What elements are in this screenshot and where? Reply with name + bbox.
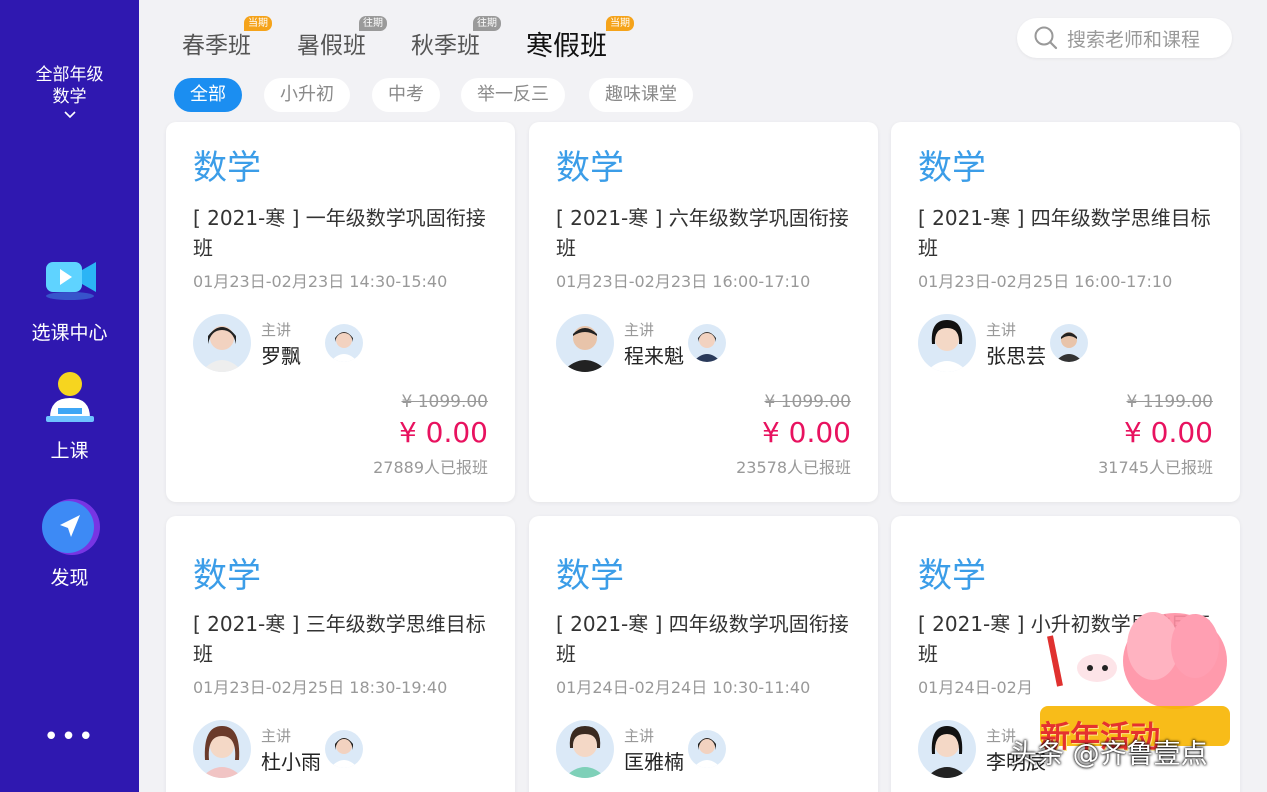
nav-course-label: 选课中心 [31, 322, 108, 344]
teacher-role: 主讲 [624, 727, 655, 745]
assistant-avatar [325, 730, 363, 768]
course-card[interactable]: 数学 [ 2021-寒 ] 四年级数学巩固衔接班 01月24日-02月24日 1… [529, 516, 878, 792]
current-badge: 当期 [606, 16, 634, 31]
subject-label: 数学 [193, 556, 261, 596]
nav-discover[interactable]: 发现 [0, 497, 139, 590]
course-title: [ 2021-寒 ] 一年级数学巩固衔接班 [193, 206, 486, 260]
subject-label: 数学 [193, 148, 261, 188]
original-price: ¥ 1199.00 [1126, 392, 1213, 412]
course-card[interactable]: 数学 [ 2021-寒 ] 三年级数学思维目标班 01月23日-02月25日 1… [166, 516, 515, 792]
nav-course-center[interactable]: 选课中心 [0, 252, 139, 345]
course-time: 01月24日-02月 [918, 678, 1033, 697]
search-placeholder: 搜索老师和课程 [1067, 28, 1201, 51]
avatar [193, 314, 251, 372]
watermark: 头条 @齐鲁壹点 [1010, 739, 1208, 770]
chip-primary-to-middle[interactable]: 小升初 [264, 78, 350, 112]
video-icon [38, 252, 102, 316]
chevron-down-icon [63, 111, 76, 119]
chip-all[interactable]: 全部 [174, 78, 242, 112]
current-badge: 当期 [244, 16, 272, 31]
enrolled-count: 23578人已报班 [736, 458, 851, 477]
sidebar: 全部年级 数学 选课中心 上课 发现 ••• [0, 0, 139, 792]
course-title: [ 2021-寒 ] 四年级数学巩固衔接班 [556, 612, 849, 666]
teacher-name: 程来魁 [624, 344, 684, 368]
price: ¥ 0.00 [398, 416, 488, 449]
original-price: ¥ 1099.00 [764, 392, 851, 412]
tab-label: 秋季班 [411, 33, 480, 59]
price: ¥ 0.00 [1123, 416, 1213, 449]
avatar [918, 314, 976, 372]
course-time: 01月23日-02月25日 16:00-17:10 [918, 272, 1173, 291]
teacher-info: 主讲 程来魁 [556, 314, 856, 372]
tab-winter[interactable]: 寒假班 当期 [526, 16, 634, 63]
teacher-info: 主讲 杜小雨 [193, 720, 493, 778]
course-title: [ 2021-寒 ] 四年级数学思维目标班 [918, 206, 1211, 260]
teacher-role: 主讲 [986, 321, 1017, 339]
subject-label: 数学 [52, 87, 87, 107]
course-time: 01月23日-02月25日 18:30-19:40 [193, 678, 448, 697]
teacher-info: 主讲 罗飘 [193, 314, 493, 372]
course-card[interactable]: 数学 [ 2021-寒 ] 六年级数学巩固衔接班 01月23日-02月23日 1… [529, 122, 878, 502]
original-price: ¥ 1099.00 [401, 392, 488, 412]
teacher-info: 主讲 匡雅楠 [556, 720, 856, 778]
chip-fun-class[interactable]: 趣味课堂 [589, 78, 693, 112]
compass-icon [38, 497, 102, 561]
assistant-avatar [1050, 324, 1088, 362]
teacher-name: 匡雅楠 [624, 750, 684, 774]
tab-summer[interactable]: 暑假班 往期 [297, 16, 387, 60]
grade-label: 全部年级 [35, 65, 104, 85]
avatar [193, 720, 251, 778]
subject-label: 数学 [556, 556, 624, 596]
search-icon [1034, 26, 1058, 50]
tab-spring[interactable]: 春季班 当期 [182, 16, 272, 60]
teacher-name: 张思芸 [986, 344, 1046, 368]
course-time: 01月24日-02月24日 10:30-11:40 [556, 678, 811, 697]
course-title: [ 2021-寒 ] 三年级数学思维目标班 [193, 612, 486, 666]
avatar [918, 720, 976, 778]
assistant-avatar [688, 324, 726, 362]
price: ¥ 0.00 [761, 416, 851, 449]
search-input[interactable]: 搜索老师和课程 [1017, 18, 1232, 58]
course-time: 01月23日-02月23日 14:30-15:40 [193, 272, 448, 291]
teacher-role: 主讲 [624, 321, 655, 339]
grade-subject-selector[interactable]: 全部年级 数学 [0, 64, 139, 122]
teacher-role: 主讲 [261, 321, 292, 339]
nav-discover-label: 发现 [50, 567, 89, 589]
subject-label: 数学 [918, 148, 986, 188]
course-title: [ 2021-寒 ] 六年级数学巩固衔接班 [556, 206, 849, 260]
tab-label: 寒假班 [526, 31, 607, 62]
tab-autumn[interactable]: 秋季班 往期 [411, 16, 501, 60]
subject-label: 数学 [918, 556, 986, 596]
avatar [556, 720, 614, 778]
teacher-role: 主讲 [261, 727, 292, 745]
subject-label: 数学 [556, 148, 624, 188]
past-badge: 往期 [359, 16, 387, 31]
teacher-info: 主讲 张思芸 [918, 314, 1218, 372]
teacher-name: 罗飘 [261, 344, 301, 368]
assistant-avatar [325, 324, 363, 362]
avatar [556, 314, 614, 372]
student-desk-icon [38, 370, 102, 434]
tab-label: 春季班 [182, 33, 251, 59]
more-icon[interactable]: ••• [0, 722, 139, 752]
assistant-avatar [688, 730, 726, 768]
teacher-name: 杜小雨 [261, 750, 321, 774]
enrolled-count: 31745人已报班 [1098, 458, 1213, 477]
tab-label: 暑假班 [297, 33, 366, 59]
course-card[interactable]: 数学 [ 2021-寒 ] 四年级数学思维目标班 01月23日-02月25日 1… [891, 122, 1240, 502]
chip-high-school-entrance[interactable]: 中考 [372, 78, 440, 112]
chip-extension[interactable]: 举一反三 [461, 78, 565, 112]
nav-class-label: 上课 [50, 440, 89, 462]
past-badge: 往期 [473, 16, 501, 31]
nav-attend-class[interactable]: 上课 [0, 370, 139, 463]
course-card[interactable]: 数学 [ 2021-寒 ] 一年级数学巩固衔接班 01月23日-02月23日 1… [166, 122, 515, 502]
course-time: 01月23日-02月23日 16:00-17:10 [556, 272, 811, 291]
enrolled-count: 27889人已报班 [373, 458, 488, 477]
